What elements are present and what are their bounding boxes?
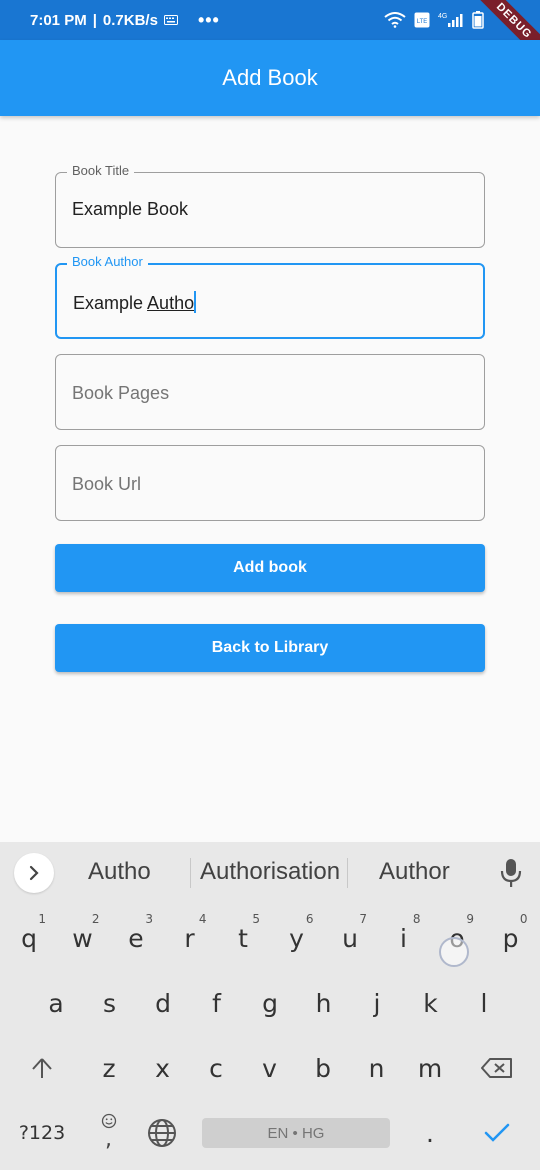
key-m[interactable]: m — [405, 1040, 455, 1096]
soft-keyboard: Autho Authorisation Author q1w2e3r4t5y6u… — [0, 842, 540, 1170]
author-value-prefix: Example — [73, 293, 148, 313]
book-title-field[interactable]: Book Title Example Book — [55, 163, 485, 248]
key-letter: p — [502, 923, 519, 953]
signal-icon: 4G — [438, 13, 463, 27]
svg-text:LTE: LTE — [417, 19, 428, 25]
key-letter: u — [342, 923, 358, 953]
book-title-value: Example Book — [72, 199, 189, 219]
chevron-right-icon — [29, 865, 39, 881]
book-title-label: Book Title — [67, 163, 135, 178]
key-l[interactable]: l — [459, 975, 509, 1031]
key-v[interactable]: v — [245, 1040, 295, 1096]
suggestion-bar: Autho Authorisation Author — [0, 842, 540, 904]
key-d[interactable]: d — [138, 975, 188, 1031]
key-g[interactable]: g — [245, 975, 295, 1031]
key-f[interactable]: f — [192, 975, 242, 1031]
key-number-hint: 3 — [145, 912, 153, 926]
symbols-key[interactable]: ?123 — [16, 1105, 68, 1161]
microphone-icon[interactable] — [500, 858, 522, 888]
key-u[interactable]: u7 — [325, 910, 375, 966]
key-number-hint: 8 — [412, 912, 421, 926]
touch-indicator — [439, 937, 469, 967]
suggestion-divider — [347, 858, 348, 888]
svg-text:4G: 4G — [438, 13, 447, 20]
space-bar[interactable]: EN • HG — [202, 1118, 390, 1148]
key-x[interactable]: x — [138, 1040, 188, 1096]
battery-icon — [472, 11, 484, 29]
key-number-hint: 4 — [198, 912, 207, 926]
keyboard-notification-icon — [163, 15, 178, 25]
key-w[interactable]: w2 — [58, 910, 108, 966]
key-e[interactable]: e3 — [111, 910, 161, 966]
period-key[interactable]: . — [405, 1105, 455, 1161]
key-s[interactable]: s — [85, 975, 135, 1031]
text-cursor — [194, 291, 197, 313]
key-y[interactable]: y6 — [272, 910, 322, 966]
language-key[interactable] — [137, 1105, 187, 1161]
done-key[interactable] — [472, 1105, 522, 1161]
key-number-hint: 0 — [519, 912, 528, 926]
key-c[interactable]: c — [191, 1040, 241, 1096]
status-speed: 0.7KB/s — [102, 11, 158, 29]
key-number-hint: 1 — [38, 912, 46, 926]
shift-arrow-icon — [32, 1058, 52, 1078]
key-i[interactable]: i8 — [379, 910, 429, 966]
add-book-button[interactable]: Add book — [55, 544, 485, 592]
key-b[interactable]: b — [298, 1040, 348, 1096]
status-left: 7:01 PM | 0.7KB/s ••• — [30, 9, 220, 30]
suggestion-3[interactable]: Author — [379, 858, 450, 886]
wifi-icon — [384, 12, 406, 28]
page-title: Add Book — [222, 65, 318, 90]
book-author-field[interactable]: Book Author Example Autho — [55, 254, 485, 339]
key-h[interactable]: h — [299, 975, 349, 1031]
app-bar: Add Book — [0, 40, 540, 116]
author-value-composing: Autho — [147, 293, 195, 313]
suggestion-divider — [190, 858, 191, 888]
key-letter: e — [128, 923, 144, 953]
volte-icon: LTE — [414, 12, 430, 28]
shift-key[interactable] — [17, 1040, 67, 1096]
key-k[interactable]: k — [406, 975, 456, 1031]
key-number-hint: 7 — [359, 912, 367, 926]
suggestion-2[interactable]: Authorisation — [200, 858, 340, 886]
book-pages-field[interactable]: Book Pages — [55, 354, 485, 430]
key-letter: w — [72, 923, 93, 953]
backspace-key[interactable] — [472, 1040, 522, 1096]
book-author-value: Example Autho — [73, 291, 197, 314]
globe-icon — [148, 1119, 176, 1147]
key-letter: i — [400, 923, 407, 953]
more-notifications-icon: ••• — [197, 9, 220, 30]
key-r[interactable]: r4 — [165, 910, 215, 966]
status-bar: 7:01 PM | 0.7KB/s ••• LTE 4G DEBUG — [0, 0, 540, 70]
key-n[interactable]: n — [352, 1040, 402, 1096]
key-p[interactable]: p0 — [486, 910, 536, 966]
emoji-comma-key[interactable]: , — [84, 1105, 134, 1161]
book-url-field[interactable]: Book Url — [55, 445, 485, 521]
backspace-icon — [481, 1058, 512, 1078]
key-number-hint: 2 — [91, 912, 100, 926]
expand-toolbar-button[interactable] — [14, 853, 54, 893]
key-j[interactable]: j — [352, 975, 402, 1031]
book-author-label: Book Author — [67, 254, 148, 269]
key-letter: q — [21, 923, 37, 953]
key-number-hint: 5 — [252, 912, 260, 926]
key-letter: t — [238, 923, 248, 953]
key-t[interactable]: t5 — [218, 910, 268, 966]
checkmark-icon — [484, 1123, 510, 1142]
book-url-placeholder: Book Url — [72, 474, 142, 494]
status-time: 7:01 PM — [30, 11, 87, 29]
key-number-hint: 9 — [466, 912, 474, 926]
key-letter: r — [184, 923, 195, 953]
key-letter: y — [289, 923, 304, 953]
key-z[interactable]: z — [84, 1040, 134, 1096]
back-to-library-button[interactable]: Back to Library — [55, 624, 485, 672]
suggestion-1[interactable]: Autho — [88, 858, 151, 886]
book-pages-placeholder: Book Pages — [72, 383, 170, 403]
key-number-hint: 6 — [305, 912, 314, 926]
key-q[interactable]: q1 — [4, 910, 54, 966]
comma-label: , — [105, 1127, 112, 1152]
key-a[interactable]: a — [31, 975, 81, 1031]
